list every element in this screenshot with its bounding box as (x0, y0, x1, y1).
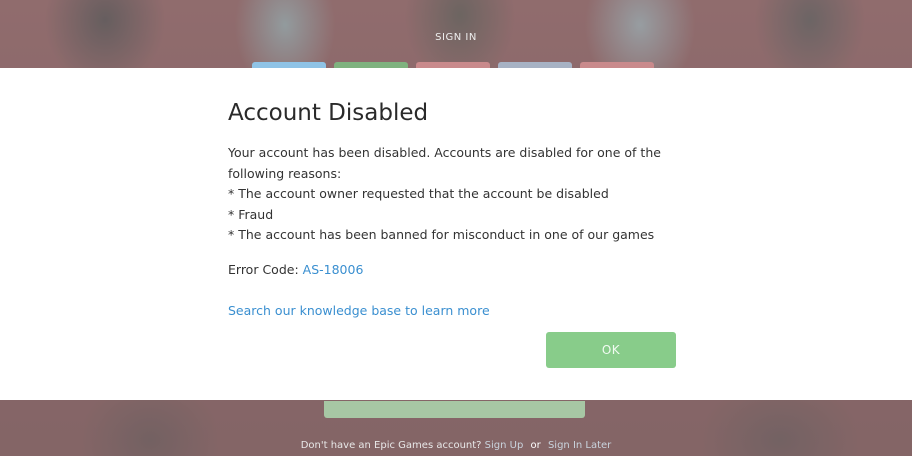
signin-later-link[interactable]: Sign In Later (548, 440, 611, 451)
error-code-label: Error Code: (228, 262, 303, 277)
modal-title: Account Disabled (228, 100, 429, 126)
body-line-reason-3: * The account has been banned for miscon… (228, 227, 655, 242)
ok-button[interactable]: OK (546, 332, 676, 368)
signup-footer: Don't have an Epic Games account? Sign U… (0, 440, 912, 451)
body-line-reason-2: * Fraud (228, 206, 274, 222)
signin-heading: SIGN IN (435, 32, 477, 43)
modal-body: Your account has been disabled. Accounts… (228, 143, 678, 246)
footer-or: or (530, 440, 541, 451)
knowledge-base-link[interactable]: Search our knowledge base to learn more (228, 303, 490, 318)
background-signin-button[interactable] (324, 401, 585, 418)
account-disabled-modal: Account Disabled Your account has been d… (0, 68, 912, 400)
error-code-line: Error Code: AS-18006 (228, 262, 363, 277)
footer-prompt: Don't have an Epic Games account? (300, 440, 482, 451)
body-line-reason-1: * The account owner requested that the a… (228, 186, 609, 201)
signup-link[interactable]: Sign Up (485, 440, 524, 451)
error-code-value[interactable]: AS-18006 (303, 262, 364, 277)
body-line-intro: Your account has been disabled. Accounts… (228, 145, 661, 181)
